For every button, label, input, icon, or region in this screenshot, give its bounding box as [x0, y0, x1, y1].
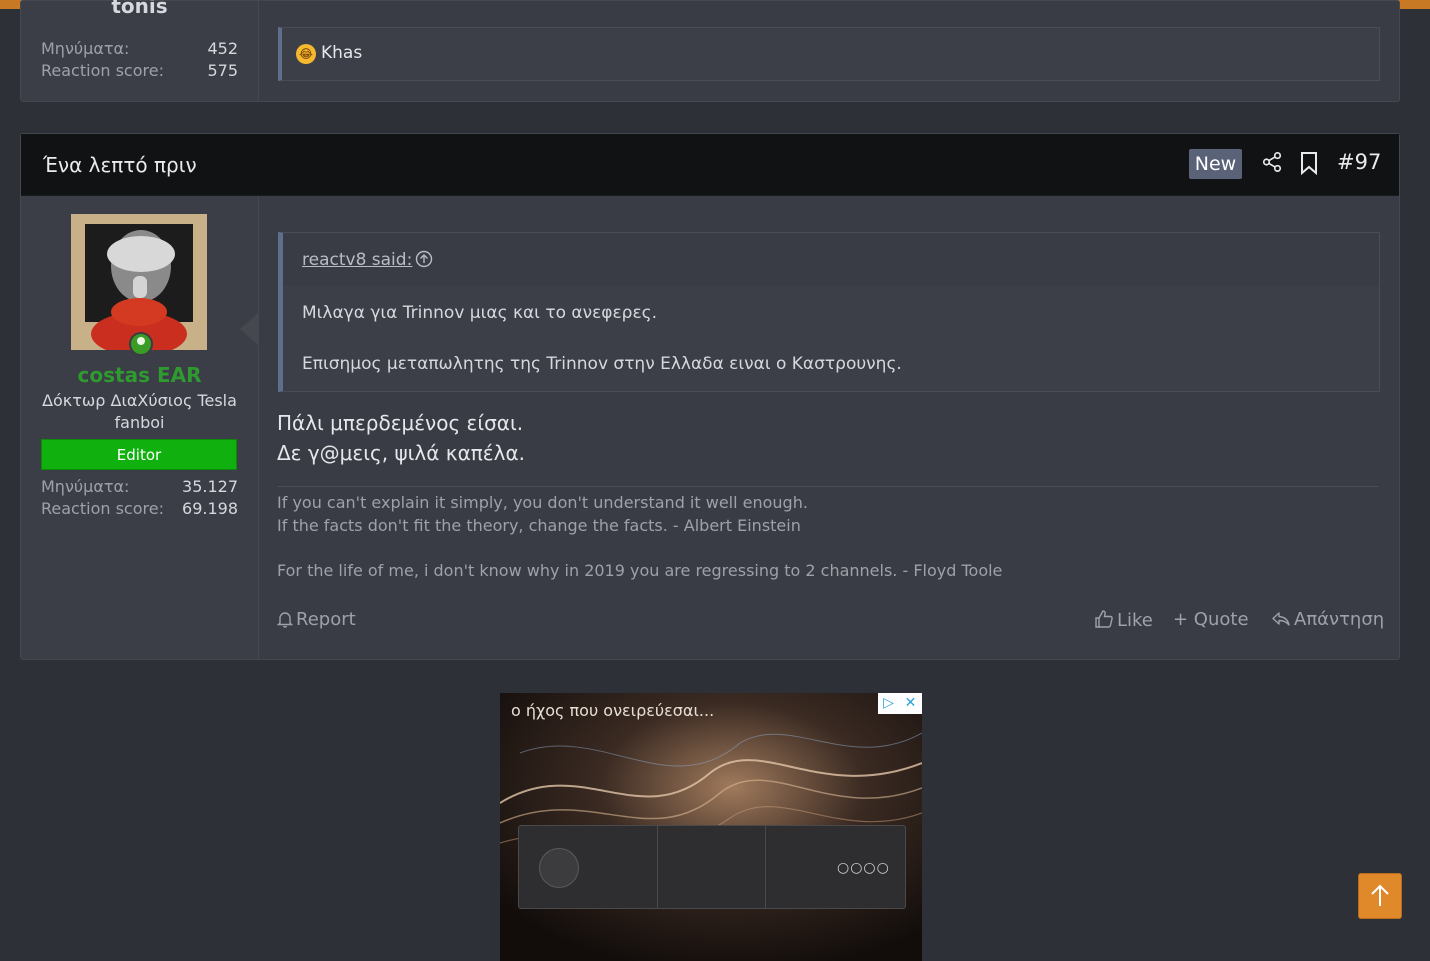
quote-line: Επισημος μεταπωλητης της Trinnov στην Ελ… — [302, 354, 902, 374]
knob-shape — [539, 848, 579, 888]
amplifier-image: ○○○○ — [518, 825, 906, 909]
user-info-column: tonis Μηνύματα: 452 Reaction score: 575 — [21, 0, 259, 101]
messages-value: 35.127 — [182, 477, 238, 496]
signature-line: If you can't explain it simply, you don'… — [277, 493, 808, 512]
message-arrow — [240, 313, 258, 345]
bell-icon — [276, 612, 294, 628]
post-body-line: Δε γ@μεις, ψιλά καπέλα. — [277, 441, 525, 465]
laugh-emoji-icon: 😂 — [296, 44, 316, 64]
signature-line: If the facts don't fit the theory, chang… — [277, 516, 801, 535]
like-button[interactable]: Like — [1094, 609, 1153, 631]
bookmark-icon[interactable] — [1299, 151, 1319, 175]
avatar-image — [71, 214, 207, 350]
like-label: Like — [1117, 610, 1153, 631]
quote-header — [283, 233, 1379, 286]
quote-button[interactable]: + Quote — [1173, 609, 1249, 630]
online-status-icon — [129, 332, 153, 356]
panel-line — [657, 826, 658, 908]
scroll-to-top-button[interactable] — [1358, 873, 1402, 919]
messages-label: Μηνύματα: — [41, 477, 130, 496]
username[interactable]: tonis — [21, 0, 258, 18]
reply-label: Απάντηση — [1294, 609, 1385, 630]
report-button[interactable]: Report — [276, 609, 356, 630]
username[interactable]: costas EAR — [21, 363, 258, 387]
arrow-up-icon — [1371, 884, 1389, 906]
post-header: Ένα λεπτό πριν New #97 — [21, 134, 1399, 196]
reaction-user[interactable]: Khas — [321, 43, 362, 63]
post-97: Ένα λεπτό πριν New #97 costas EAR Δόκτωρ… — [20, 133, 1400, 660]
reactions-bar[interactable]: 😂 Khas — [278, 27, 1380, 81]
messages-label: Μηνύματα: — [41, 39, 130, 58]
close-ad-icon[interactable]: ✕ — [900, 693, 921, 714]
reply-icon — [1272, 612, 1290, 626]
quote-label: + Quote — [1173, 609, 1249, 630]
panel-line — [765, 826, 766, 908]
adchoices-icon[interactable]: ▷ — [878, 693, 899, 714]
thumbs-up-icon — [1095, 610, 1113, 628]
reply-button[interactable]: Απάντηση — [1271, 609, 1384, 630]
report-label: Report — [296, 609, 356, 630]
jump-to-quote-icon[interactable] — [415, 250, 433, 268]
user-title: Δόκτωρ ΔιαΧύσιος Tesla fanboi — [42, 391, 237, 432]
advertisement[interactable]: ο ήχος που ονειρεύεσαι... ▷ ✕ ○○○○ — [500, 693, 922, 961]
reaction-score-label: Reaction score: — [41, 61, 164, 80]
new-badge: New — [1189, 149, 1242, 179]
ad-text: ο ήχος που ονειρεύεσαι... — [511, 701, 715, 720]
share-icon[interactable] — [1261, 151, 1283, 173]
reaction-score-value: 69.198 — [182, 499, 238, 518]
post-number[interactable]: #97 — [1337, 150, 1381, 174]
quote-line: Μιλαγα για Trinnov μιας και το ανεφερες. — [302, 303, 658, 323]
signature-line: For the life of me, i don't know why in … — [277, 561, 1003, 580]
post-time[interactable]: Ένα λεπτό πριν — [43, 153, 197, 177]
quote-block: reactv8 said: Μιλαγα για Trinnov μιας κα… — [278, 232, 1380, 392]
messages-value: 452 — [207, 39, 238, 58]
post-body-line: Πάλι μπερδεμένος είσαι. — [277, 411, 524, 435]
user-info-column: costas EAR Δόκτωρ ΔιαΧύσιος Tesla fanboi… — [21, 196, 259, 659]
signature-divider — [277, 486, 1379, 487]
device-buttons: ○○○○ — [837, 860, 890, 876]
reaction-score-value: 575 — [207, 61, 238, 80]
previous-post: tonis Μηνύματα: 452 Reaction score: 575 … — [20, 0, 1400, 102]
editor-badge: Editor — [41, 439, 237, 470]
avatar[interactable] — [71, 214, 207, 350]
quote-author-link[interactable]: reactv8 said: — [302, 250, 412, 270]
ad-choices[interactable]: ▷ ✕ — [878, 693, 922, 714]
reaction-score-label: Reaction score: — [41, 499, 164, 518]
